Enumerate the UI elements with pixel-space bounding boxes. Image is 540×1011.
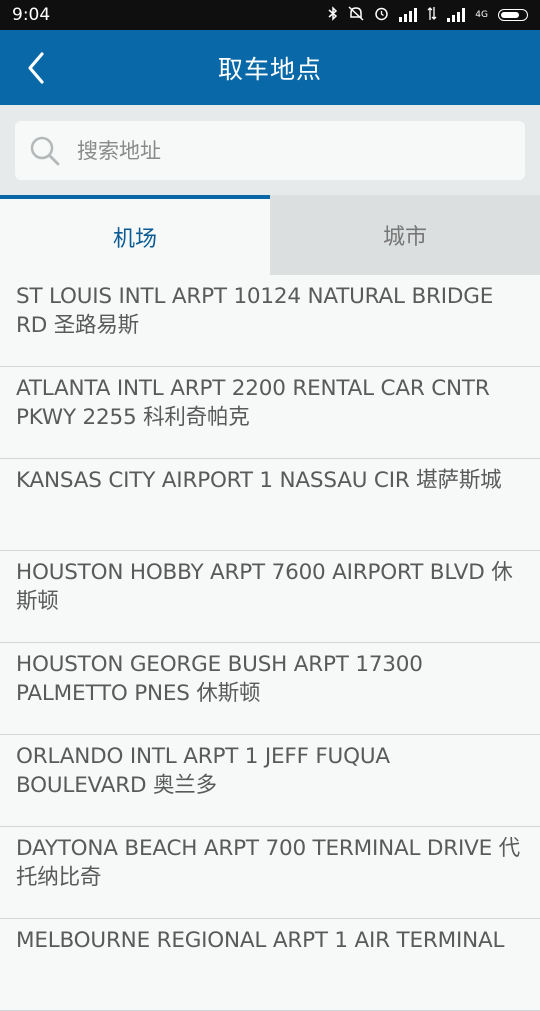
status-time: 9:04 bbox=[12, 5, 51, 25]
search-bar bbox=[0, 105, 540, 195]
search-icon bbox=[30, 136, 60, 165]
location-name: MELBOURNE REGIONAL ARPT 1 AIR TERMINAL bbox=[16, 928, 505, 953]
app-bar: 取车地点 bbox=[0, 30, 540, 105]
network-type: 4G bbox=[475, 10, 488, 20]
data-transfer-icon bbox=[427, 6, 437, 25]
list-item[interactable]: ATLANTA INTL ARPT 2200 RENTAL CAR CNTR P… bbox=[0, 367, 540, 459]
list-item[interactable]: HOUSTON GEORGE BUSH ARPT 17300 PALMETTO … bbox=[0, 643, 540, 735]
search-input[interactable] bbox=[75, 137, 479, 164]
location-list: ST LOUIS INTL ARPT 10124 NATURAL BRIDGE … bbox=[0, 275, 540, 1011]
list-item[interactable]: MELBOURNE REGIONAL ARPT 1 AIR TERMINAL bbox=[0, 919, 540, 1011]
alarm-icon bbox=[374, 6, 389, 25]
status-icons: 4G bbox=[328, 5, 528, 25]
bluetooth-icon bbox=[328, 5, 338, 25]
tab-city[interactable]: 城市 bbox=[270, 195, 540, 275]
wifi-signal-icon bbox=[399, 8, 418, 22]
location-name: HOUSTON HOBBY ARPT 7600 AIRPORT BLVD 休斯顿 bbox=[16, 560, 513, 614]
status-bar: 9:04 4G bbox=[0, 0, 540, 30]
list-item[interactable]: KANSAS CITY AIRPORT 1 NASSAU CIR 堪萨斯城 bbox=[0, 459, 540, 551]
tab-airport-label: 机场 bbox=[112, 227, 157, 252]
tab-city-label: 城市 bbox=[382, 225, 427, 250]
location-name: ATLANTA INTL ARPT 2200 RENTAL CAR CNTR P… bbox=[16, 376, 490, 430]
chevron-left-icon bbox=[28, 52, 44, 84]
location-name: ORLANDO INTL ARPT 1 JEFF FUQUA BOULEVARD… bbox=[16, 744, 390, 798]
back-button[interactable] bbox=[22, 50, 52, 86]
page-title: 取车地点 bbox=[217, 54, 322, 84]
list-item[interactable]: ST LOUIS INTL ARPT 10124 NATURAL BRIDGE … bbox=[0, 275, 540, 367]
location-name: KANSAS CITY AIRPORT 1 NASSAU CIR 堪萨斯城 bbox=[16, 468, 502, 493]
battery-icon bbox=[498, 9, 528, 21]
location-name: DAYTONA BEACH ARPT 700 TERMINAL DRIVE 代托… bbox=[16, 836, 520, 890]
search-box[interactable] bbox=[15, 121, 525, 180]
list-item[interactable]: DAYTONA BEACH ARPT 700 TERMINAL DRIVE 代托… bbox=[0, 827, 540, 919]
tab-airport[interactable]: 机场 bbox=[0, 195, 270, 275]
location-name: HOUSTON GEORGE BUSH ARPT 17300 PALMETTO … bbox=[16, 652, 423, 706]
cellular-signal-icon bbox=[447, 8, 466, 22]
list-item[interactable]: HOUSTON HOBBY ARPT 7600 AIRPORT BLVD 休斯顿 bbox=[0, 551, 540, 643]
list-item[interactable]: ORLANDO INTL ARPT 1 JEFF FUQUA BOULEVARD… bbox=[0, 735, 540, 827]
mute-icon bbox=[348, 5, 364, 25]
tab-bar: 机场 城市 bbox=[0, 195, 540, 275]
location-name: ST LOUIS INTL ARPT 10124 NATURAL BRIDGE … bbox=[16, 284, 494, 338]
